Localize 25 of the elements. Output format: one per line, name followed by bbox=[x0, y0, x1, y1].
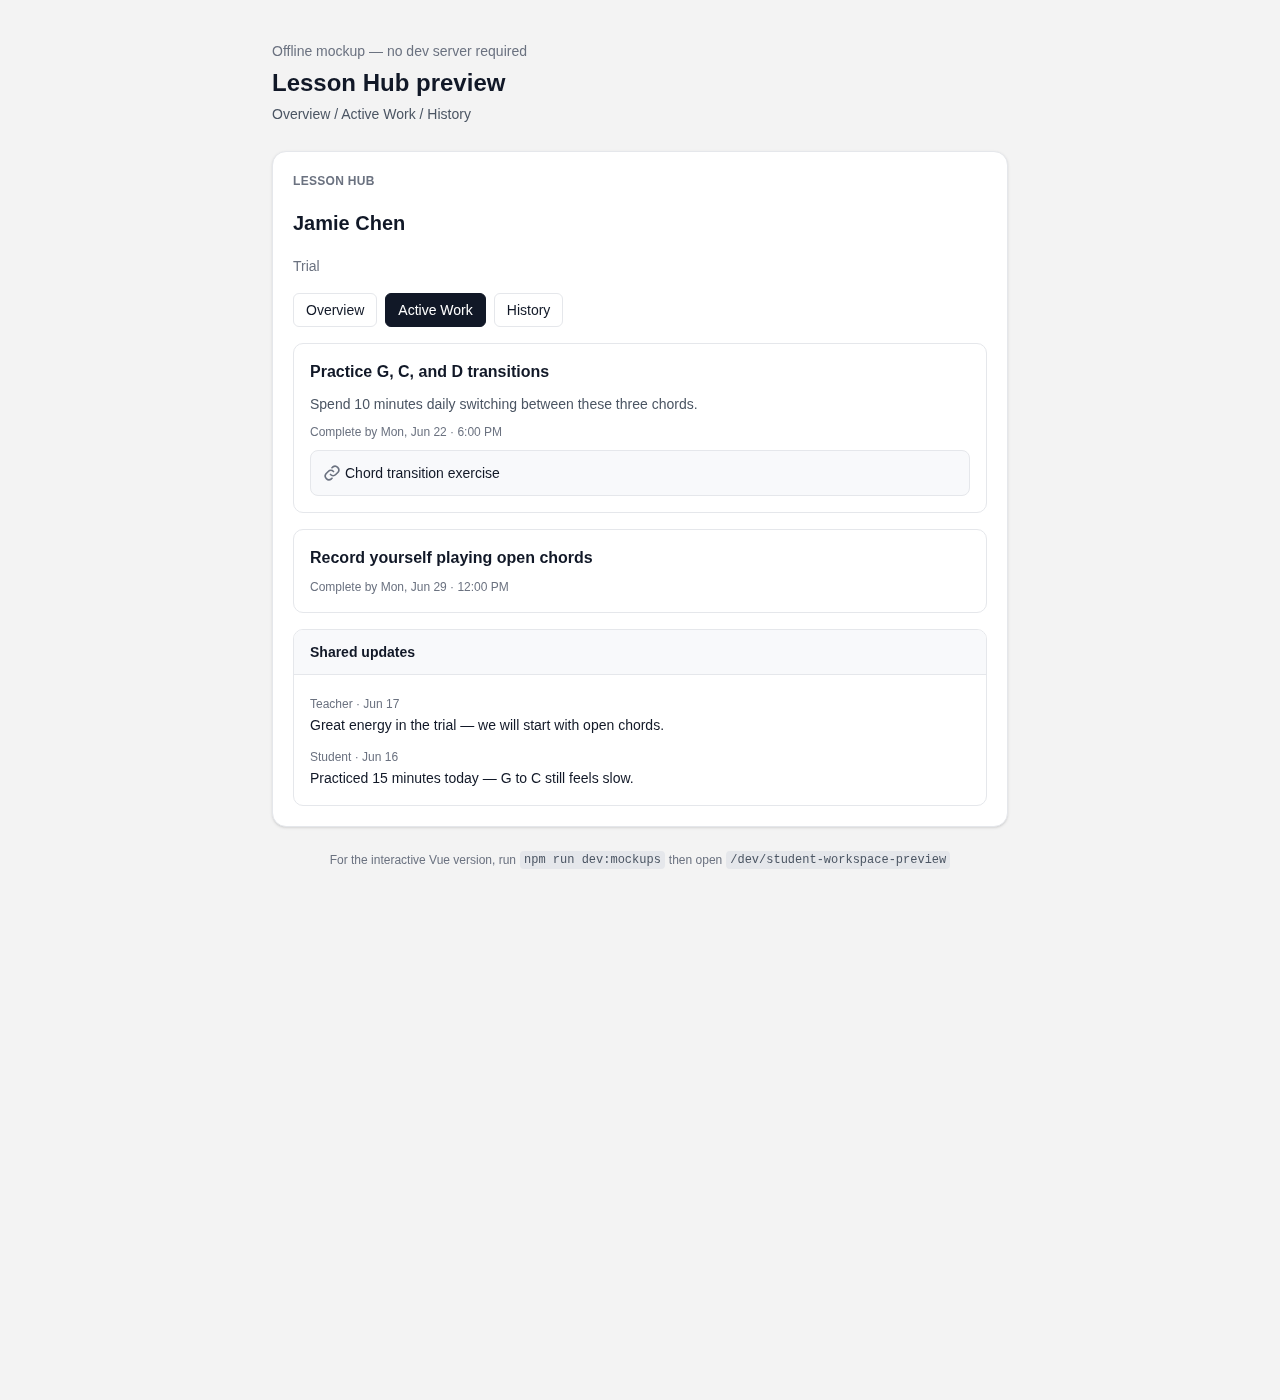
footer-text: For the interactive Vue version, run bbox=[329, 852, 516, 869]
task-title: Record yourself playing open chords bbox=[310, 548, 594, 568]
task-title: Practice G, C, and D transitions bbox=[310, 362, 551, 382]
update-text: Great energy in the trial — we will start with open chords. bbox=[310, 716, 666, 735]
breadcrumb: Overview / Active Work / History bbox=[272, 105, 472, 124]
page-title: Lesson Hub preview bbox=[272, 68, 507, 98]
task-due: Complete by Mon, Jun 29 · 12:00 PM bbox=[310, 579, 510, 596]
student-status: Trial bbox=[293, 257, 321, 276]
update-meta: Teacher · Jun 17 bbox=[310, 696, 401, 713]
tab[interactable]: History bbox=[493, 293, 564, 327]
code-snippet: /dev/student-workspace-preview bbox=[726, 851, 951, 869]
resource-link[interactable]: Chord transition exercise bbox=[310, 450, 970, 496]
update-text: Practiced 15 minutes today — G to C still feels slow. bbox=[310, 769, 635, 788]
section-label: LESSON HUB bbox=[293, 173, 376, 190]
link-icon bbox=[323, 464, 341, 482]
code-snippet: npm run dev:mockups bbox=[520, 851, 665, 869]
task-due: Complete by Mon, Jun 22 · 6:00 PM bbox=[310, 424, 504, 441]
update-meta: Student · Jun 16 bbox=[310, 749, 400, 766]
page-note: Offline mockup — no dev server required bbox=[272, 42, 528, 61]
panel-header: Shared updates bbox=[294, 630, 986, 675]
tab[interactable]: Overview bbox=[293, 293, 378, 327]
student-name: Jamie Chen bbox=[293, 211, 407, 236]
footer-text: then open bbox=[668, 852, 723, 869]
task-description: Spend 10 minutes daily switching between these three chords. bbox=[310, 395, 699, 414]
tab[interactable]: Active Work bbox=[385, 293, 486, 327]
